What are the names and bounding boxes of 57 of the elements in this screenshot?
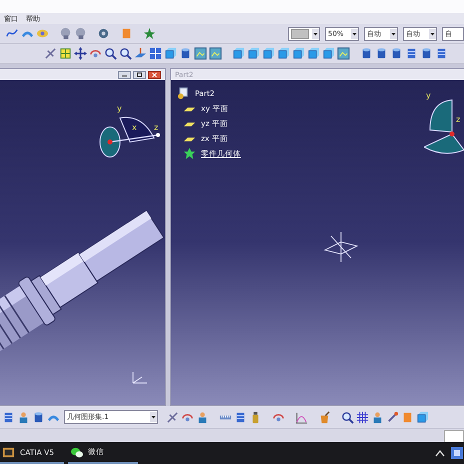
figure-icon[interactable] [196,410,209,424]
status-field[interactable] [444,430,464,443]
stack-icon[interactable] [435,47,448,60]
app-icon [2,446,15,458]
window-icon[interactable] [149,47,162,60]
image-icon[interactable] [209,47,222,60]
cylinder-icon[interactable] [420,47,433,60]
cylinder-icon[interactable] [32,410,45,424]
body-icon [183,147,196,160]
cylinder-icon[interactable] [390,47,403,60]
caret-icon[interactable] [150,412,157,422]
chat-icon [70,446,83,458]
image-icon[interactable] [194,47,207,60]
figure-icon[interactable] [17,410,30,424]
zoom-icon[interactable] [119,47,132,60]
grid-icon[interactable] [59,47,72,60]
cube-icon[interactable] [164,47,177,60]
tray-icon[interactable] [450,446,464,460]
close-button[interactable] [148,70,161,78]
gear-icon[interactable] [97,27,110,40]
stack-icon[interactable] [405,47,418,60]
blob-icon[interactable] [36,27,49,40]
caret-icon[interactable] [429,28,436,38]
caret-icon[interactable] [312,28,319,38]
cube-icon[interactable] [232,47,245,60]
image-icon[interactable] [337,47,350,60]
star-icon[interactable] [143,27,156,40]
compass-drawing[interactable]: y z [424,92,464,172]
cube-icon[interactable] [307,47,320,60]
graph-icon[interactable] [295,410,308,424]
cube-icon[interactable] [322,47,335,60]
rotate-icon[interactable] [89,47,102,60]
zoom-icon[interactable] [341,410,354,424]
part-icon [177,87,190,100]
move-icon[interactable] [74,47,87,60]
cube-icon[interactable] [262,47,275,60]
maximize-button[interactable] [133,70,146,78]
color-dropdown[interactable] [288,26,320,40]
cylinder-icon[interactable] [360,47,373,60]
compass-drawing[interactable]: y x z [92,100,162,165]
cube-icon[interactable] [247,47,260,60]
cube-icon[interactable] [277,47,290,60]
cube-icon[interactable] [292,47,305,60]
caret-icon[interactable] [351,28,358,38]
minimize-button[interactable] [118,70,131,78]
bucket-icon[interactable] [318,410,331,424]
caret-icon[interactable] [390,28,397,38]
tool-icon[interactable] [386,410,399,424]
cylinder-icon[interactable] [375,47,388,60]
stack-icon[interactable] [234,410,247,424]
figure-icon[interactable] [371,410,384,424]
cube-icon[interactable] [416,410,429,424]
chevron-icon[interactable] [435,449,445,457]
grid-icon[interactable] [356,410,369,424]
stack-icon[interactable] [2,410,15,424]
zoom-icon[interactable] [104,47,117,60]
cylinder-icon[interactable] [179,47,192,60]
